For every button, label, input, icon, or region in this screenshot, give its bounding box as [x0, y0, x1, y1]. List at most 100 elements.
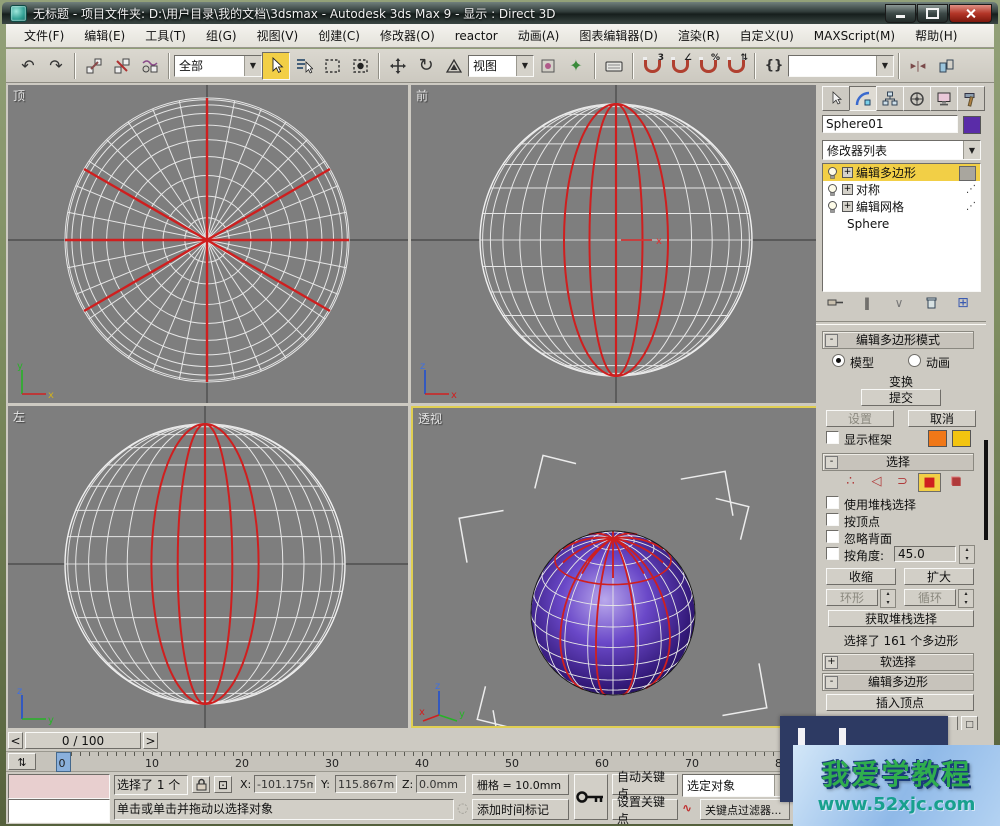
add-time-tag-button[interactable]: 添加时间标记: [472, 799, 569, 820]
previous-frame-button[interactable]: <: [8, 732, 23, 749]
select-and-move-button[interactable]: [384, 52, 412, 80]
tab-modify[interactable]: [849, 86, 877, 111]
snap-toggle-button[interactable]: 3: [638, 52, 666, 80]
percent-snap-button[interactable]: %: [694, 52, 722, 80]
viewport-top-label[interactable]: 顶: [13, 87, 25, 104]
rollout-edit-polygons-header[interactable]: - 编辑多边形: [822, 673, 974, 691]
shrink-button[interactable]: 收缩: [826, 568, 896, 585]
cancel-button[interactable]: 取消: [908, 410, 976, 427]
reference-coordinate-dropdown[interactable]: 视图 ▼: [468, 55, 534, 77]
vertex-mode-button[interactable]: ∴: [840, 473, 861, 490]
angle-spinner[interactable]: ▴▾: [959, 545, 975, 564]
loop-button[interactable]: 循环: [904, 589, 956, 606]
stack-item-edit-mesh[interactable]: + 编辑网格 ⋰: [823, 198, 980, 215]
angle-snap-button[interactable]: ∠: [666, 52, 694, 80]
bind-to-space-warp-button[interactable]: [136, 52, 164, 80]
menu-views[interactable]: 视图(V): [247, 27, 309, 44]
key-target-dropdown[interactable]: 选定对象 ▼: [682, 774, 792, 797]
mirror-button[interactable]: ▸|◂: [904, 52, 932, 80]
pin-stack-button[interactable]: [824, 294, 846, 311]
chevron-down-icon[interactable]: ▼: [244, 56, 261, 76]
named-selection-dropdown[interactable]: ▼: [788, 55, 894, 77]
tab-display[interactable]: [930, 86, 958, 111]
edge-mode-button[interactable]: ◁: [866, 473, 887, 490]
maxscript-listener[interactable]: [8, 799, 110, 823]
chevron-down-icon[interactable]: ▼: [876, 56, 893, 76]
stack-item-symmetry[interactable]: + 对称 ⋰: [823, 181, 980, 198]
undo-button[interactable]: ↶: [14, 52, 42, 80]
edit-named-selections-button[interactable]: {}: [760, 52, 788, 80]
panel-scrollbar[interactable]: [984, 440, 988, 540]
unlink-selection-button[interactable]: [108, 52, 136, 80]
rollout-soft-selection-header[interactable]: + 软选择: [822, 653, 974, 671]
title-bar[interactable]: 无标题 - 项目文件夹: D:\用户目录\我的文档\3dsmax - Autod…: [2, 2, 998, 24]
menu-tools[interactable]: 工具(T): [135, 27, 196, 44]
remove-modifier-button[interactable]: [920, 294, 942, 311]
stack-item-sphere[interactable]: Sphere: [823, 215, 980, 232]
chevron-down-icon[interactable]: ▼: [963, 141, 980, 159]
viewport-perspective[interactable]: 透视 z x y: [411, 406, 818, 728]
spinner-snap-button[interactable]: ⇅: [722, 52, 750, 80]
grow-button[interactable]: 扩大: [904, 568, 974, 585]
set-key-button[interactable]: 设置关键点: [612, 799, 678, 820]
spinner-up-icon[interactable]: ▴: [960, 546, 974, 555]
by-vertex-checkbox[interactable]: 按顶点: [826, 513, 880, 530]
z-coordinate-field[interactable]: [416, 775, 466, 793]
collapse-icon[interactable]: -: [825, 456, 838, 469]
menu-reactor[interactable]: reactor: [445, 29, 508, 43]
align-button[interactable]: [932, 52, 960, 80]
rollout-selection-header[interactable]: - 选择: [822, 453, 974, 471]
selection-filter-dropdown[interactable]: 全部 ▼: [174, 55, 262, 77]
menu-animation[interactable]: 动画(A): [508, 27, 570, 44]
expand-icon[interactable]: +: [825, 656, 838, 669]
viewport-left-label[interactable]: 左: [13, 408, 25, 425]
rectangular-selection-button[interactable]: [318, 52, 346, 80]
menu-file[interactable]: 文件(F): [14, 27, 74, 44]
tab-create[interactable]: [822, 86, 850, 111]
ring-button[interactable]: 环形: [826, 589, 878, 606]
viewport-front[interactable]: 前 x z x: [411, 85, 818, 403]
select-object-button[interactable]: [262, 52, 290, 80]
menu-rendering[interactable]: 渲染(R): [668, 27, 730, 44]
viewport-left[interactable]: 左 z y: [8, 406, 408, 728]
radio-model[interactable]: 模型: [832, 354, 874, 371]
window-crossing-button[interactable]: [346, 52, 374, 80]
expand-icon[interactable]: +: [842, 167, 853, 178]
make-unique-button[interactable]: ∨: [888, 294, 910, 311]
menu-group[interactable]: 组(G): [196, 27, 247, 44]
element-mode-button[interactable]: ◼: [946, 473, 967, 490]
key-filters-button[interactable]: 关键点过滤器...: [700, 799, 790, 820]
x-coordinate-field[interactable]: [254, 775, 316, 793]
get-stack-selection-button[interactable]: 获取堆栈选择: [828, 610, 974, 627]
transform-typein-button[interactable]: ⊡: [214, 776, 232, 793]
selection-lock-button[interactable]: [192, 776, 210, 793]
viewport-front-label[interactable]: 前: [416, 87, 428, 104]
ignore-backfacing-checkbox[interactable]: 忽略背面: [826, 530, 892, 547]
collapse-icon[interactable]: -: [825, 334, 838, 347]
time-slider-handle[interactable]: 0 / 100: [25, 732, 141, 749]
viewport-top[interactable]: 顶 y x: [8, 85, 408, 403]
y-coordinate-field[interactable]: [335, 775, 397, 793]
set-key-mode-button[interactable]: [574, 774, 608, 820]
menu-edit[interactable]: 编辑(E): [74, 27, 135, 44]
menu-modifiers[interactable]: 修改器(O): [370, 27, 445, 44]
stack-item-edit-poly[interactable]: + 编辑多边形: [823, 164, 980, 181]
configure-modifier-sets-button[interactable]: ⊞: [952, 294, 974, 311]
menu-create[interactable]: 创建(C): [308, 27, 370, 44]
visibility-bulb-icon[interactable]: [826, 200, 839, 214]
chevron-down-icon[interactable]: ▼: [516, 56, 533, 76]
commit-button[interactable]: 提交: [861, 389, 941, 406]
maximize-button[interactable]: [917, 4, 948, 23]
menu-customize[interactable]: 自定义(U): [730, 27, 804, 44]
select-by-name-button[interactable]: [290, 52, 318, 80]
menu-maxscript[interactable]: MAXScript(M): [804, 29, 905, 43]
spinner-up-icon[interactable]: ▴: [881, 590, 895, 599]
show-cage-checkbox[interactable]: 显示框架: [826, 431, 892, 448]
redo-button[interactable]: ↷: [42, 52, 70, 80]
minimize-button[interactable]: [885, 4, 916, 23]
select-and-rotate-button[interactable]: ↻: [412, 52, 440, 80]
subobject-level-icon[interactable]: [959, 166, 976, 181]
viewport-perspective-label[interactable]: 透视: [418, 410, 442, 427]
use-center-button[interactable]: [534, 52, 562, 80]
tab-utilities[interactable]: [957, 86, 985, 111]
